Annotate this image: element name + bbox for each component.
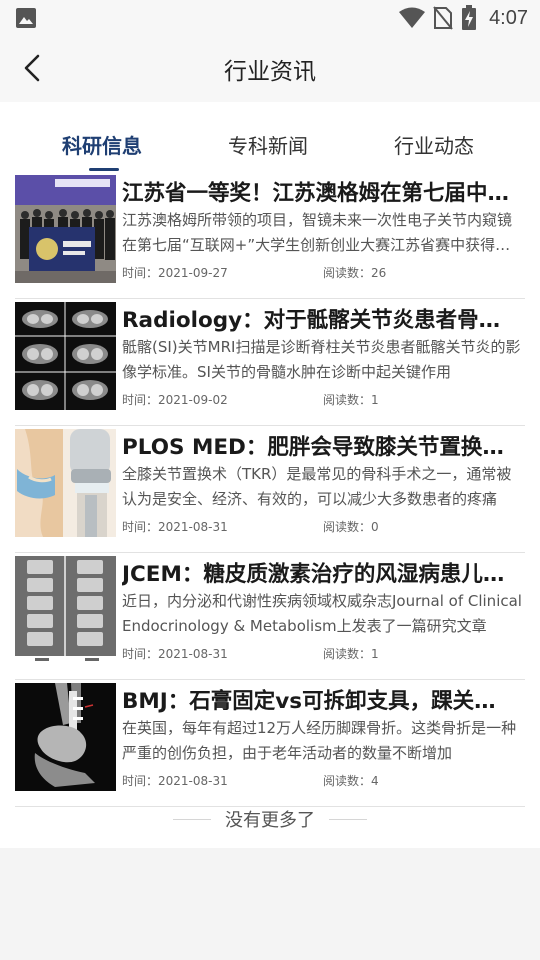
tab-research[interactable]: 科研信息 <box>62 130 142 159</box>
article-item[interactable]: Radiology：对于骶髂关节炎患者骨髓水肿的MRI诊断 骶髂(SI)关节MR… <box>15 299 525 426</box>
app-bar: 行业资讯 <box>0 36 540 102</box>
list-end-indicator: 没有更多了 <box>0 802 540 836</box>
article-date: 时间：2021-09-27 <box>122 266 228 280</box>
no-more-text: 没有更多了 <box>225 810 315 831</box>
article-read-count: 阅读数：0 <box>323 520 379 534</box>
article-date: 时间：2021-08-31 <box>122 774 228 788</box>
article-read-count: 阅读数：26 <box>323 266 387 280</box>
tab-specialty-news[interactable]: 专科新闻 <box>228 130 308 159</box>
article-read-count: 阅读数：4 <box>323 774 379 788</box>
mri-scan-thumbnail <box>15 302 116 410</box>
article-date: 时间：2021-09-02 <box>122 393 228 407</box>
article-summary: 江苏澳格姆所带领的项目，智镜未来一次性电子关节内窥镜在第七届“互联网+”大学生创… <box>122 211 513 254</box>
article-summary: 在英国，每年有超过12万人经历脚踝骨折。这类骨折是一种严重的创伤负担，由于老年活… <box>122 719 517 762</box>
clock: 4:07 <box>489 6 528 29</box>
article-title: JCEM：糖皮质激素治疗的风湿病患儿的骨折风险 <box>122 562 517 587</box>
ankle-xray-thumbnail <box>15 683 116 791</box>
status-bar: 4:07 <box>0 0 540 36</box>
tab-bar: 科研信息 专科新闻 行业动态 <box>0 102 540 172</box>
spine-xray-thumbnail <box>15 556 116 664</box>
divider <box>329 818 367 820</box>
article-item[interactable]: JCEM：糖皮质激素治疗的风湿病患儿的骨折风险 近日，内分泌和代谢性疾病领域权威… <box>15 553 525 680</box>
article-summary: 近日，内分泌和代谢性疾病领域权威杂志Journal of Clinical En… <box>122 592 522 635</box>
no-sim-icon <box>433 6 453 30</box>
tab-industry-trends[interactable]: 行业动态 <box>394 130 474 159</box>
article-item[interactable]: 江苏省一等奖！江苏澳格姆在第七届中国“互联网+” 江苏澳格姆所带领的项目，智镜未… <box>15 172 525 299</box>
article-item[interactable]: PLOS MED：肥胖会导致膝关节置换术后的并发症吗 全膝关节置换术（TKR）是… <box>15 426 525 553</box>
article-title: 江苏省一等奖！江苏澳格姆在第七届中国“互联网+” <box>122 181 517 206</box>
article-title: BMJ：石膏固定vs可拆卸支具，踝关节骨折的治疗 <box>122 689 517 714</box>
knee-implant-thumbnail <box>15 429 116 537</box>
article-read-count: 阅读数：1 <box>323 647 379 661</box>
page-title: 行业资讯 <box>224 59 316 85</box>
divider <box>173 818 211 820</box>
content-card: 科研信息 专科新闻 行业动态 江苏省一等奖！江苏澳格姆在第七届中国 江苏澳格姆所… <box>0 102 540 848</box>
photo-icon <box>16 8 36 28</box>
tab-indicator <box>89 168 119 171</box>
article-date: 时间：2021-08-31 <box>122 520 228 534</box>
article-summary: 骶髂(SI)关节MRI扫描是诊断脊柱关节炎患者骶髂关节炎的影像学标准。SI关节的… <box>122 338 521 381</box>
article-date: 时间：2021-08-31 <box>122 647 228 661</box>
battery-charging-icon <box>462 5 477 30</box>
group-photo-thumbnail <box>15 175 116 283</box>
wifi-icon <box>399 7 426 28</box>
article-item[interactable]: BMJ：石膏固定vs可拆卸支具，踝关节骨折的治疗 在英国，每年有超过12万人经历… <box>15 680 525 807</box>
article-read-count: 阅读数：1 <box>323 393 379 407</box>
article-title: Radiology：对于骶髂关节炎患者骨髓水肿的MRI诊断 <box>122 308 517 333</box>
article-list: 江苏省一等奖！江苏澳格姆在第七届中国“互联网+” 江苏澳格姆所带领的项目，智镜未… <box>15 172 525 807</box>
article-summary: 全膝关节置换术（TKR）是最常见的骨科手术之一，通常被认为是安全、经济、有效的，… <box>122 465 512 508</box>
article-title: PLOS MED：肥胖会导致膝关节置换术后的并发症吗 <box>122 435 517 460</box>
